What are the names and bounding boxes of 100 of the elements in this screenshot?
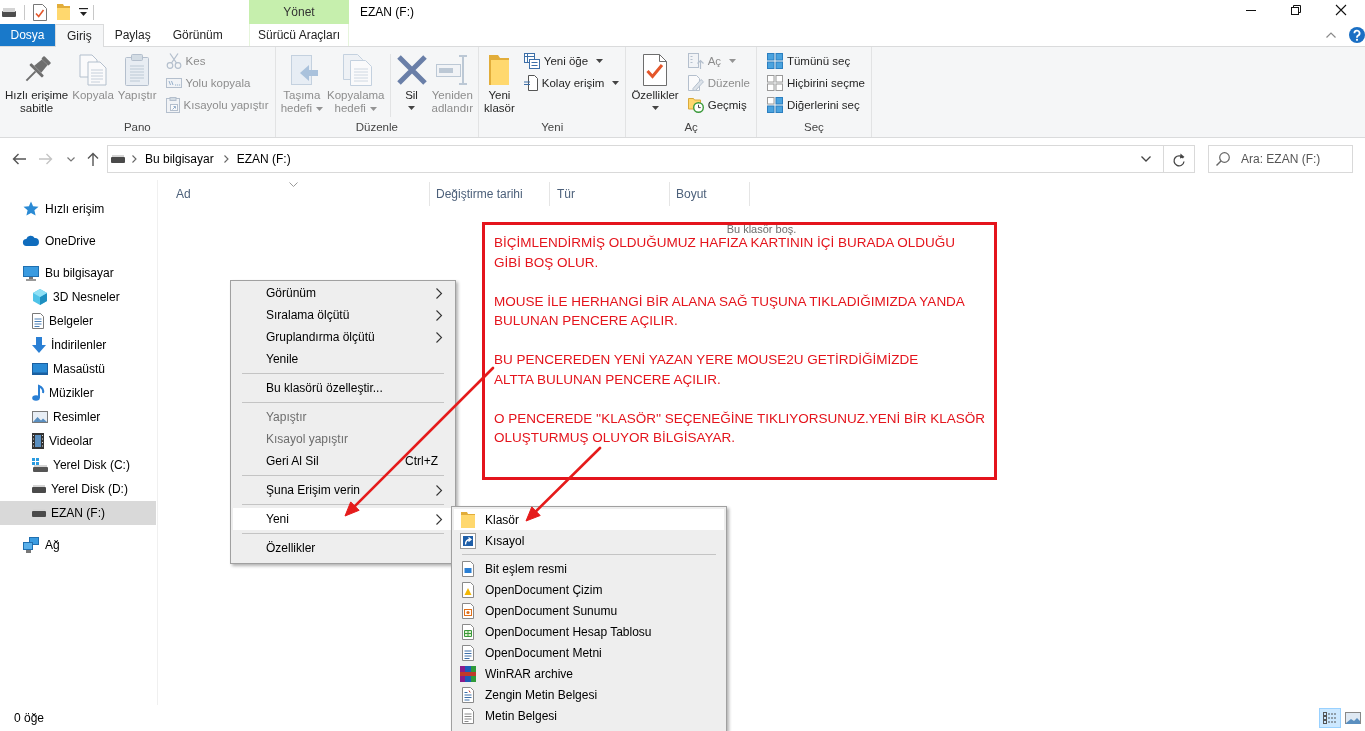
sidebar-item[interactable]: İndirilenler — [0, 333, 156, 357]
ribbon-button[interactable]: Yeni öğe — [520, 50, 623, 72]
sidebar-item[interactable]: Ağ — [0, 533, 156, 557]
help-icon[interactable] — [1349, 27, 1365, 43]
sidebar-item[interactable]: Hızlı erişim — [0, 197, 156, 221]
ribbon-button[interactable]: Hiçbirini seçme — [763, 72, 868, 94]
ribbon-tab[interactable]: Paylaş — [103, 24, 162, 46]
refresh-button[interactable] — [1164, 145, 1195, 173]
ribbon-button[interactable]: Diğerlerini seç — [763, 94, 868, 116]
star-icon — [23, 201, 39, 217]
column-header[interactable]: Değiştirme tarihi — [430, 182, 550, 206]
sidebar-item[interactable]: Yerel Disk (C:) — [0, 453, 156, 477]
path-bar-icon — [165, 78, 182, 88]
sidebar-item[interactable]: 3D Nesneler — [0, 285, 156, 309]
document-icon — [32, 313, 44, 329]
ribbon-button[interactable]: Yeni klasör — [482, 50, 517, 115]
window-title: EZAN (F:) — [360, 5, 414, 19]
sidebar-item[interactable]: Müzikler — [0, 381, 156, 405]
desktop-icon — [32, 363, 48, 375]
annotation-text: MOUSE İLE HERHANGİ BİR ALANA SAĞ TUŞUNA TIKLADIĞIMIZDA YANDA BULUNAN PENCERE AÇILIR. — [494, 292, 966, 330]
menu-item[interactable]: Gruplandırma ölçütü — [233, 326, 453, 348]
view-button[interactable] — [1319, 708, 1341, 728]
caret-icon — [596, 59, 604, 63]
menu-item[interactable]: Metin Belgesi — [454, 705, 724, 726]
minimize-icon[interactable] — [1246, 9, 1256, 11]
chevron-up-icon[interactable] — [1326, 32, 1336, 38]
up-arrow-icon[interactable] — [87, 152, 99, 166]
menu-item[interactable]: Yeni — [233, 508, 453, 530]
details-view-icon — [1323, 712, 1337, 724]
close-icon[interactable] — [1336, 5, 1346, 15]
ribbon-button[interactable]: Geçmiş — [684, 94, 753, 116]
chevron-right-icon — [436, 484, 442, 496]
address-bar[interactable]: Bu bilgisayar EZAN (F:) — [107, 145, 1164, 173]
spreadsheet-document-icon — [460, 623, 476, 640]
sidebar-item[interactable]: Belgeler — [0, 309, 156, 333]
menu-item[interactable]: Bit eşlem resmi — [454, 558, 724, 579]
menu-item[interactable]: Bu klasörü özelleştir... — [233, 377, 453, 399]
refresh-icon — [1173, 152, 1185, 166]
chevron-right-icon[interactable] — [223, 155, 229, 163]
windows-drive-icon — [32, 458, 48, 472]
ribbon-tab[interactable]: Görünüm — [161, 24, 234, 46]
sidebar-item[interactable]: Masaüstü — [0, 357, 156, 381]
folder-clock-icon — [687, 97, 704, 113]
menu-item[interactable]: Özellikler — [233, 537, 453, 559]
customize-dropdown-icon[interactable] — [79, 8, 88, 16]
menu-item[interactable]: WinRAR archive — [454, 663, 724, 684]
ribbon-button[interactable]: Özellikler — [629, 50, 681, 110]
cloud-icon — [23, 236, 39, 246]
formatted-document-icon — [460, 686, 476, 703]
breadcrumb[interactable]: Bu bilgisayar — [142, 152, 217, 166]
film-strip-icon — [32, 433, 44, 449]
ribbon-tab[interactable]: Giriş — [55, 24, 104, 47]
menu-item[interactable]: Yenile — [233, 348, 453, 370]
sidebar-item[interactable]: Videolar — [0, 429, 156, 453]
ribbon-button[interactable]: Tümünü seç — [763, 50, 868, 72]
thumbnail-view-icon — [1345, 712, 1361, 724]
sidebar-item[interactable]: OneDrive — [0, 229, 156, 253]
caret-icon — [612, 81, 620, 85]
search-field[interactable]: Ara: EZAN (F:) — [1208, 145, 1353, 173]
chevron-down-icon[interactable] — [1141, 156, 1151, 162]
annotation-text: O PENCEREDE ''KLASÖR'' SEÇENEĞİNE TIKLIYORSUNUZ.YENİ BİR KLASÖR OLUŞTURMUŞ OLUYOR BİLGİSAYAR. — [494, 409, 985, 447]
chevron-right-icon[interactable] — [132, 155, 137, 163]
drive-icon — [32, 509, 46, 517]
chevron-right-icon — [436, 287, 442, 299]
sidebar-item[interactable]: Yerel Disk (D:) — [0, 477, 156, 501]
ribbon-button[interactable]: Hızlı erişime sabitle — [3, 50, 71, 115]
chevron-right-icon — [436, 513, 442, 525]
presentation-document-icon — [460, 602, 476, 619]
checked-document-icon[interactable] — [33, 3, 47, 21]
ribbon-group-label: Aç — [683, 120, 699, 135]
sidebar-item[interactable]: EZAN (F:) — [0, 501, 156, 525]
sidebar-item[interactable]: Resimler — [0, 405, 156, 429]
menu-item[interactable]: OpenDocument Metni — [454, 642, 724, 663]
ribbon-tab[interactable]: Dosya — [0, 24, 55, 46]
chevron-down-icon[interactable] — [67, 156, 75, 162]
menu-item[interactable]: Zengin Metin Belgesi — [454, 684, 724, 705]
menu-item[interactable]: Sıralama ölçütü — [233, 304, 453, 326]
music-note-icon — [32, 385, 44, 401]
drawing-document-icon — [460, 581, 476, 598]
column-header[interactable]: Tür — [550, 182, 670, 206]
caret-icon — [408, 106, 415, 110]
menu-item[interactable]: OpenDocument Hesap Tablosu — [454, 621, 724, 642]
breadcrumb[interactable]: EZAN (F:) — [233, 152, 294, 166]
menu-item[interactable]: Kısayol — [454, 530, 724, 551]
drive-icon — [32, 485, 46, 493]
menu-item[interactable]: Geri Al Sil Ctrl+Z — [233, 450, 453, 472]
menu-item[interactable]: Görünüm — [233, 282, 453, 304]
menu-item[interactable]: Şuna Erişim verin — [233, 479, 453, 501]
menu-item[interactable]: OpenDocument Sunumu — [454, 600, 724, 621]
menu-item[interactable]: OpenDocument Çizim — [454, 579, 724, 600]
back-arrow-icon[interactable] — [12, 153, 26, 165]
ribbon-button[interactable]: Kolay erişim — [520, 72, 623, 94]
restore-icon[interactable] — [1291, 5, 1301, 15]
caret-icon — [369, 106, 377, 111]
column-header[interactable]: Boyut — [670, 182, 750, 206]
sidebar-item[interactable]: Bu bilgisayar — [0, 261, 156, 285]
column-header[interactable]: Ad — [158, 182, 430, 206]
drive-icon[interactable] — [2, 7, 16, 17]
menu-item[interactable]: Klasör — [454, 509, 724, 530]
ribbon-button[interactable]: Sil — [393, 50, 430, 110]
